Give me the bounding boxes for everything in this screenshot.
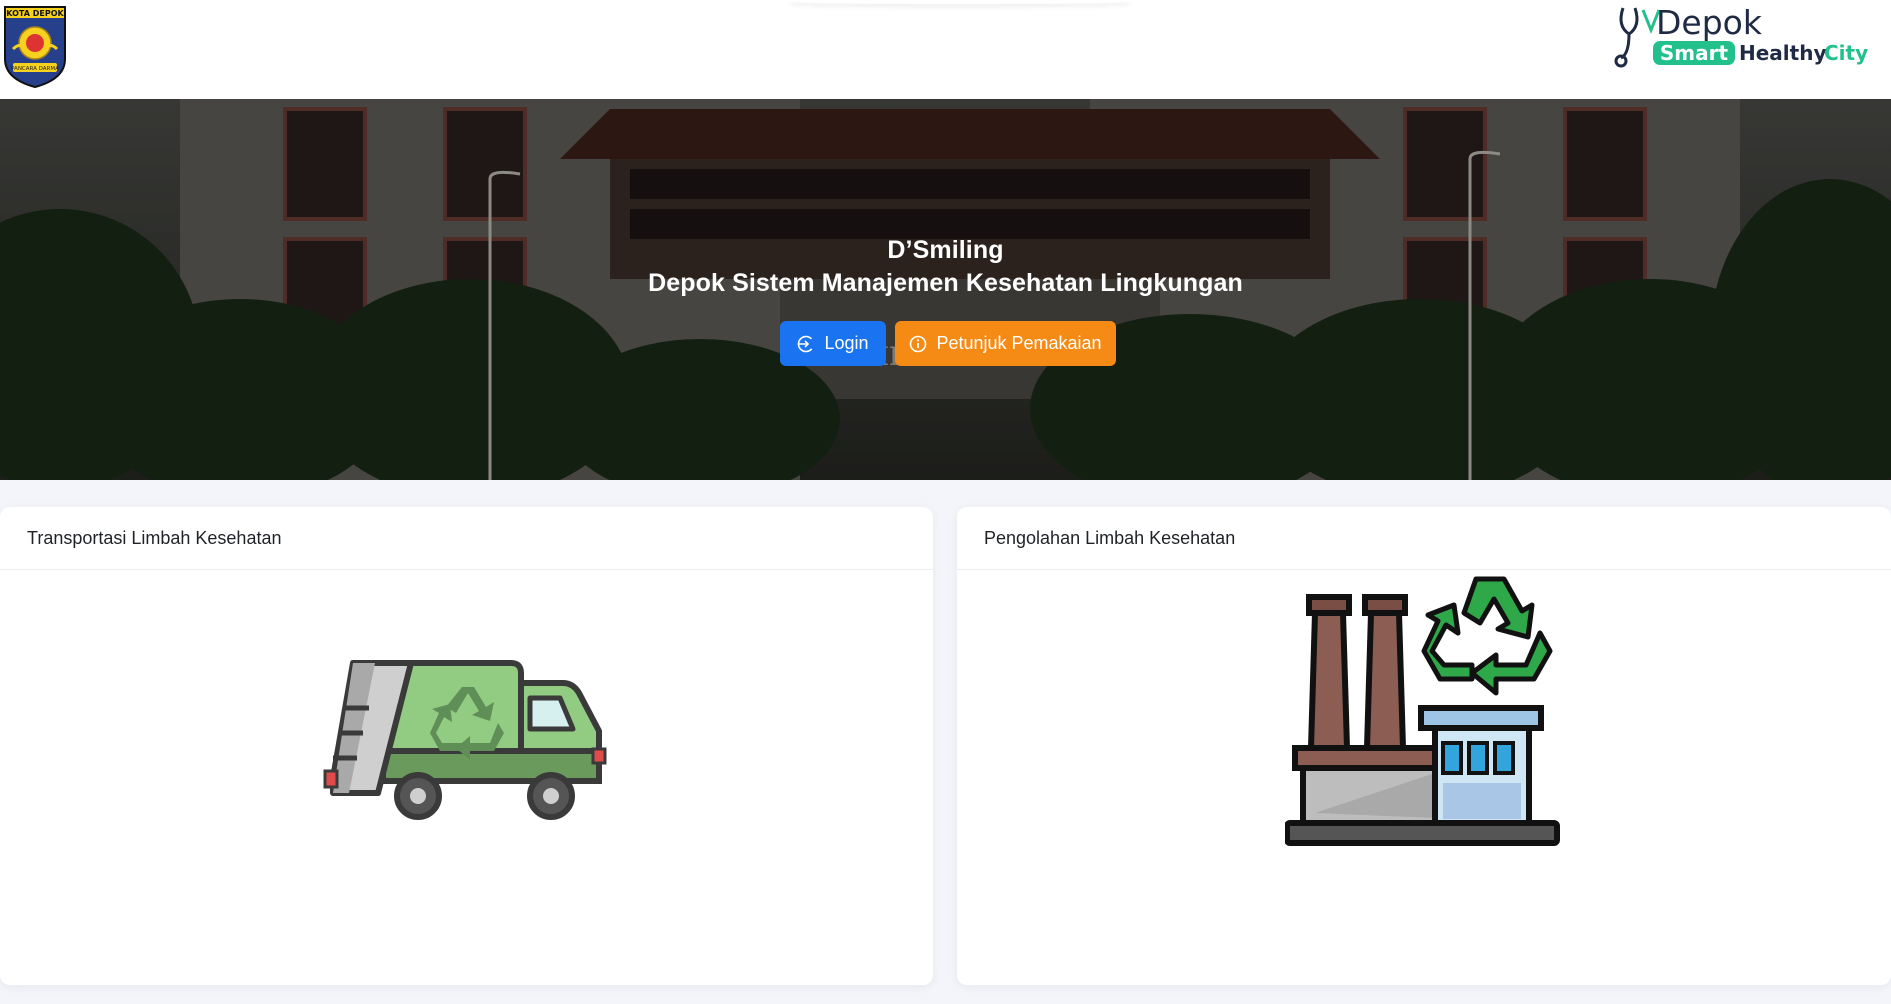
kota-depok-crest-logo[interactable]: KOTA DEPOK PANCARA DARMA bbox=[1, 1, 69, 88]
usage-guide-button-label: Petunjuk Pemakaian bbox=[936, 333, 1102, 353]
card-body bbox=[0, 570, 933, 985]
app-title: D’Smiling bbox=[887, 236, 1004, 264]
card-header: Transportasi Limbah Kesehatan bbox=[0, 507, 933, 570]
usage-guide-button[interactable]: Petunjuk Pemakaian bbox=[895, 321, 1116, 366]
card-title: Pengolahan Limbah Kesehatan bbox=[984, 527, 1236, 548]
info-circle-icon bbox=[910, 335, 927, 352]
transport-waste-card[interactable]: Transportasi Limbah Kesehatan bbox=[0, 507, 933, 985]
card-title: Transportasi Limbah Kesehatan bbox=[27, 527, 282, 548]
hero-banner: BALAIKOTA DEPOK D’Smiling Depok Sistem M… bbox=[0, 99, 1891, 480]
brand-word-depok: Depok bbox=[1656, 4, 1763, 42]
top-navbar: KOTA DEPOK PANCARA DARMA Depok Smart Hea… bbox=[0, 0, 1891, 99]
brand-word-city: City bbox=[1824, 41, 1868, 65]
garbage-truck-recycle-icon[interactable] bbox=[323, 653, 608, 823]
crest-top-text: KOTA DEPOK bbox=[6, 9, 64, 18]
card-header: Pengolahan Limbah Kesehatan bbox=[957, 507, 1891, 570]
brand-word-healthy: Healthy bbox=[1739, 41, 1827, 65]
app-subtitle: Depok Sistem Manajemen Kesehatan Lingkun… bbox=[648, 269, 1243, 297]
recycling-factory-icon[interactable] bbox=[1285, 573, 1565, 858]
depok-smart-healthy-city-logo[interactable]: Depok Smart Healthy City bbox=[1613, 4, 1873, 72]
crest-bottom-text: PANCARA DARMA bbox=[11, 66, 59, 72]
processing-waste-card[interactable]: Pengolahan Limbah Kesehatan bbox=[957, 507, 1891, 985]
login-button[interactable]: Login bbox=[780, 321, 886, 366]
login-button-label: Login bbox=[824, 333, 869, 353]
card-body bbox=[957, 570, 1891, 985]
brand-word-smart: Smart bbox=[1660, 41, 1729, 65]
login-icon bbox=[798, 335, 815, 352]
navbar-shadow bbox=[790, 0, 1130, 4]
